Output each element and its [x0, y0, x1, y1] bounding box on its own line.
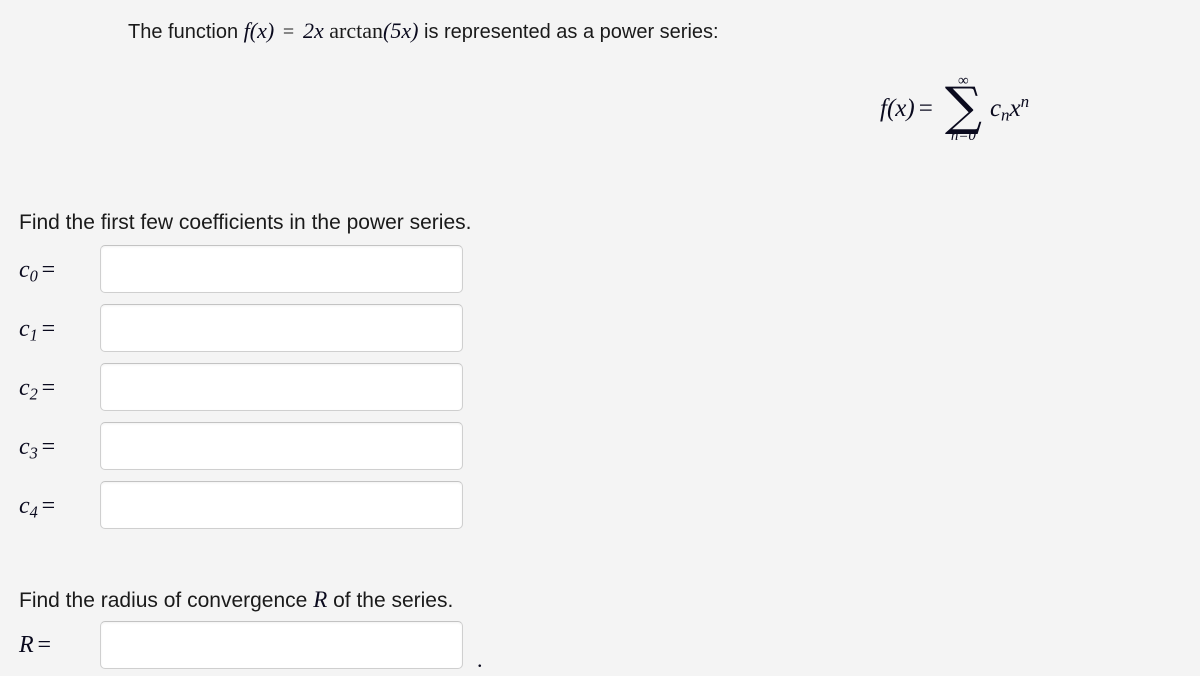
coefficients-prompt: Find the first few coefficients in the p… [19, 211, 472, 234]
coefficient-equals-4: = [41, 493, 56, 519]
power-series-display-equation: f(x) = ∞ ∑ n=0 cnxn [880, 74, 1029, 144]
coefficient-input-c2[interactable] [100, 363, 463, 411]
coefficient-label-c4: c4 = [19, 493, 91, 523]
radius-prompt: Find the radius of convergence R of the … [19, 586, 453, 615]
coefficient-row: c3 = [0, 422, 1200, 481]
coefficient-label-c2: c2 = [19, 375, 91, 405]
coefficient-row: c1 = [0, 304, 1200, 363]
statement-equals-sign: = [282, 21, 295, 43]
radius-prompt-lead: Find the radius of convergence [19, 589, 308, 612]
display-equation-equals-sign: = [918, 94, 933, 122]
radius-input[interactable] [100, 621, 463, 669]
problem-page: The function f(x) = 2x arctan(5x) is rep… [0, 0, 1200, 676]
coefficient-row: c0 = [0, 245, 1200, 304]
coefficient-index-1: 1 [29, 325, 38, 345]
radius-equals-sign: = [37, 632, 52, 658]
coefficient-index-3: 3 [29, 443, 38, 463]
summand-variable: x [1009, 94, 1021, 122]
summand-expression: cnxn [989, 91, 1030, 125]
coefficient-row: c2 = [0, 363, 1200, 422]
coefficient-equals-0: = [41, 257, 56, 283]
coefficient-index-4: 4 [29, 502, 38, 522]
coefficient-input-c4[interactable] [100, 481, 463, 529]
summand-coefficient-index: n [1001, 105, 1010, 125]
coefficient-label-c1: c1 = [19, 316, 91, 346]
display-equation-lhs: f(x) [880, 94, 915, 122]
coefficient-rows: c0 = c1 = c2 = c3 = c4 = [0, 245, 1200, 540]
coefficient-equals-1: = [41, 316, 56, 342]
problem-statement: The function f(x) = 2x arctan(5x) is rep… [128, 14, 719, 49]
coefficient-label-c3: c3 = [19, 434, 91, 464]
coefficient-row: c4 = [0, 481, 1200, 540]
radius-prompt-symbol: R [313, 587, 328, 612]
radius-prompt-trail: of the series. [333, 589, 454, 612]
sigma-icon: ∑ [944, 77, 982, 137]
statement-function-lhs: f(x) [243, 18, 275, 43]
statement-lead-text: The function [128, 21, 239, 43]
trailing-period: . [477, 647, 483, 672]
summation-lower-limit: n=0 [950, 127, 976, 144]
radius-label: R = [19, 632, 91, 659]
coefficient-input-c1[interactable] [100, 304, 463, 352]
coefficient-index-0: 0 [29, 266, 38, 286]
coefficient-input-c0[interactable] [100, 245, 463, 293]
summand-exponent: n [1020, 91, 1030, 111]
statement-function-coefficient: 2x [302, 18, 324, 43]
statement-arctan-argument: (5x) [383, 18, 419, 43]
coefficient-input-c3[interactable] [100, 422, 463, 470]
coefficient-index-2: 2 [29, 384, 38, 404]
coefficient-label-c0: c0 = [19, 257, 91, 287]
statement-arctan-operator: arctan [329, 18, 384, 43]
coefficient-equals-3: = [41, 434, 56, 460]
coefficient-equals-2: = [41, 375, 56, 401]
statement-trail-text: is represented as a power series: [424, 21, 719, 43]
summation-operator: ∞ ∑ n=0 [945, 74, 982, 144]
radius-row: R = . [0, 621, 1200, 676]
